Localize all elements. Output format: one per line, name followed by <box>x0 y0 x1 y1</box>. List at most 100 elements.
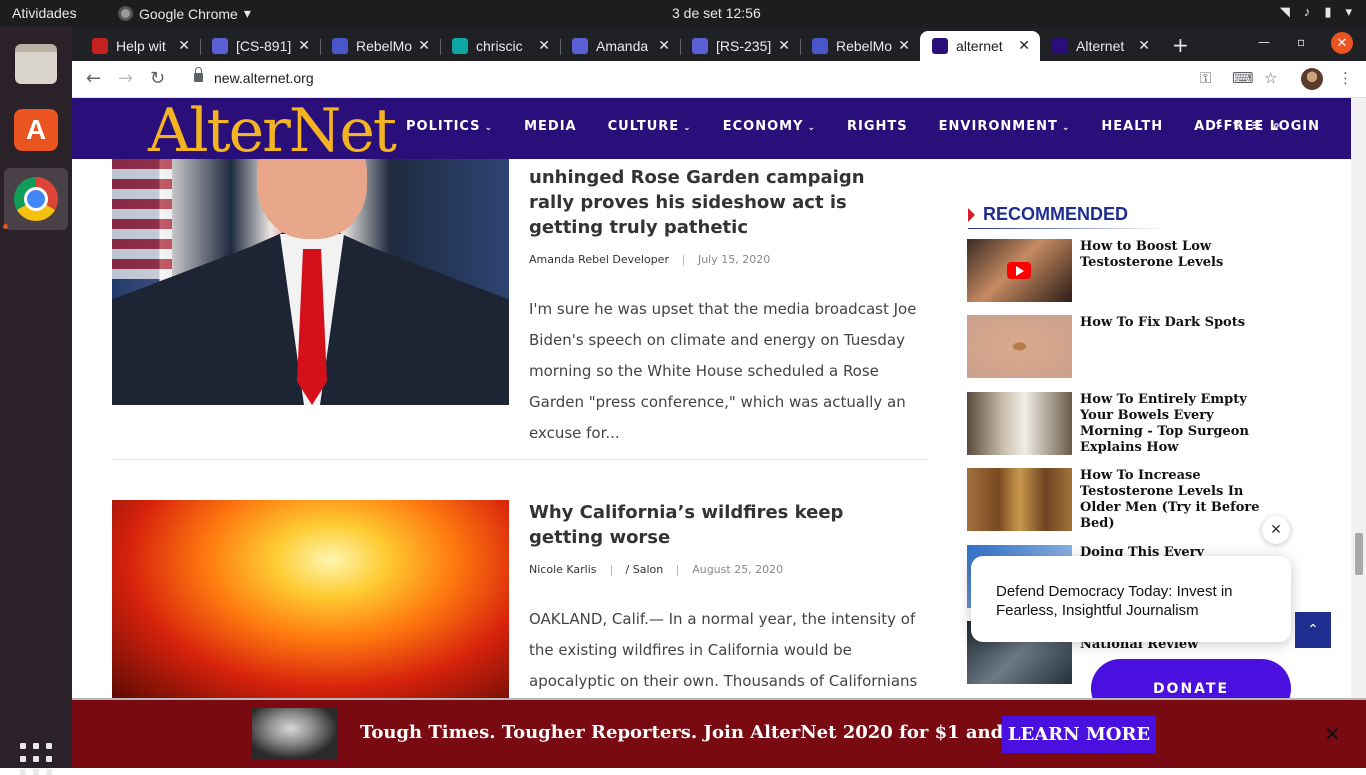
chevron-down-icon: ⌄ <box>484 123 494 133</box>
tab-close-icon[interactable]: ✕ <box>1018 37 1030 54</box>
dock-files[interactable] <box>4 33 68 95</box>
tab-favicon-icon <box>212 38 228 54</box>
tab-title: [CS-891] <box>236 38 292 54</box>
tab-close-icon[interactable]: ✕ <box>298 37 310 54</box>
tab-close-icon[interactable]: ✕ <box>778 37 790 54</box>
nav-item-health[interactable]: HEALTH <box>1101 119 1163 134</box>
nav-item-culture[interactable]: CULTURE ⌄ <box>608 119 692 134</box>
article-author[interactable]: Amanda Rebel Developer <box>529 253 669 266</box>
flag-graphic <box>112 159 172 279</box>
reload-button[interactable]: ↻ <box>150 68 165 89</box>
tab-strip: Help wit ✕ [CS-891] ✕ RebelMo ✕ chriscic ✕ Amand… <box>72 27 1366 61</box>
nav-item-environment[interactable]: ENVIRONMENT ⌄ <box>939 119 1071 134</box>
menu-dots-icon[interactable]: ⋮ <box>1338 69 1353 87</box>
chevron-down-icon: ⌄ <box>807 123 817 133</box>
tab-close-icon[interactable]: ✕ <box>538 37 550 54</box>
minimize-button[interactable]: — <box>1258 35 1270 49</box>
article-title[interactable]: Why California’s wildfires keep getting … <box>529 500 909 550</box>
nav-item-rights[interactable]: RIGHTS <box>847 119 908 134</box>
banner-portrait-image <box>252 708 338 759</box>
browser-tab[interactable]: [RS-235] ✕ <box>680 31 800 61</box>
article-source[interactable]: / Salon <box>626 563 664 576</box>
url-text[interactable]: new.alternet.org <box>214 70 314 86</box>
dock: A <box>0 27 72 775</box>
tab-close-icon[interactable]: ✕ <box>1138 37 1150 54</box>
address-bar[interactable]: new.alternet.org <box>180 65 1330 93</box>
article-excerpt: I'm sure he was upset that the media bro… <box>529 300 917 442</box>
twitter-icon[interactable]: t <box>1233 118 1239 133</box>
browser-tab[interactable]: Amanda ✕ <box>560 31 680 61</box>
recommended-title[interactable]: How to Boost Low Testosterone Levels <box>1080 239 1270 271</box>
recommended-thumbnail[interactable] <box>967 315 1072 378</box>
nav-label: ENVIRONMENT <box>938 119 1058 134</box>
lock-icon[interactable] <box>194 67 203 82</box>
back-to-top-button[interactable]: ⌃ <box>1295 612 1331 648</box>
page-scrollbar[interactable] <box>1351 98 1366 698</box>
tab-favicon-icon <box>92 38 108 54</box>
app-menu[interactable]: Google Chrome ▾ <box>118 5 251 22</box>
nav-item-media[interactable]: MEDIA <box>524 119 577 134</box>
site-logo[interactable]: AlterNet <box>148 96 397 166</box>
recommended-item[interactable]: How to Boost Low Testosterone Levels <box>967 239 1267 303</box>
activities-button[interactable]: Atividades <box>12 5 77 21</box>
maximize-button[interactable]: ▫ <box>1297 35 1305 49</box>
nav-label: HEALTH <box>1101 119 1164 134</box>
forward-button[interactable]: → <box>118 68 133 89</box>
search-icon[interactable]: ⌕ <box>1273 118 1280 133</box>
close-window-button[interactable]: ✕ <box>1331 32 1353 54</box>
article-title[interactable]: unhinged Rose Garden campaign rally prov… <box>529 165 909 240</box>
nav-label: POLITICS <box>406 119 481 134</box>
tab-favicon-icon <box>1052 38 1068 54</box>
nav-item-economy[interactable]: ECONOMY ⌄ <box>723 119 816 134</box>
popup-close-button[interactable]: ✕ <box>1262 516 1290 544</box>
article-author[interactable]: Nicole Karlis <box>529 563 597 576</box>
recommended-thumbnail[interactable] <box>967 239 1072 302</box>
tab-favicon-icon <box>932 38 948 54</box>
banner-close-button[interactable]: ✕ <box>1324 722 1341 746</box>
recommended-title[interactable]: How To Fix Dark Spots <box>1080 315 1270 331</box>
rss-icon[interactable]: ≋ <box>1251 118 1261 133</box>
browser-tab[interactable]: chriscic ✕ <box>440 31 560 61</box>
recommended-thumbnail[interactable] <box>967 392 1072 455</box>
system-tray[interactable]: ◥ ♪ ▮ ▾ <box>1280 4 1352 20</box>
profile-avatar[interactable] <box>1301 68 1323 90</box>
article-image-wildfire[interactable] <box>112 500 509 698</box>
tab-close-icon[interactable]: ✕ <box>418 37 430 54</box>
recommended-title[interactable]: How To Entirely Empty Your Bowels Every … <box>1080 392 1270 456</box>
tab-close-icon[interactable]: ✕ <box>658 37 670 54</box>
bookmark-star-icon[interactable]: ☆ <box>1264 69 1277 87</box>
recommended-thumbnail[interactable] <box>967 468 1072 531</box>
system-top-bar: Atividades Google Chrome ▾ 3 de set 12:5… <box>0 0 1366 27</box>
browser-tab[interactable]: RebelMo ✕ <box>800 31 920 61</box>
dock-software[interactable]: A <box>4 99 68 161</box>
recommended-item[interactable]: How To Increase Testosterone Levels In O… <box>967 468 1267 532</box>
browser-tab[interactable]: Alternet ✕ <box>1040 31 1160 61</box>
show-applications-icon[interactable] <box>20 743 52 775</box>
recommended-item[interactable]: How To Entirely Empty Your Bowels Every … <box>967 392 1267 456</box>
nav-item-politics[interactable]: POLITICS ⌄ <box>406 119 493 134</box>
browser-tab[interactable]: alternet ✕ <box>920 31 1040 61</box>
tab-title: RebelMo <box>836 38 893 54</box>
browser-tab[interactable]: Help wit ✕ <box>80 31 200 61</box>
facebook-icon[interactable]: f <box>1216 118 1221 133</box>
dock-chrome[interactable] <box>4 168 68 230</box>
browser-tab[interactable]: [CS-891] ✕ <box>200 31 320 61</box>
new-tab-button[interactable]: + <box>1172 33 1189 57</box>
chrome-icon <box>118 6 133 21</box>
nav-label: ECONOMY <box>722 119 804 134</box>
back-button[interactable]: ← <box>86 68 101 89</box>
tab-title: Alternet <box>1076 38 1125 54</box>
chevron-down-icon: ⌄ <box>1061 123 1071 133</box>
learn-more-button[interactable]: LEARN MORE <box>1002 716 1156 753</box>
clock[interactable]: 3 de set 12:56 <box>672 5 761 21</box>
article-image-trump[interactable] <box>112 159 509 405</box>
scrollbar-thumb[interactable] <box>1355 533 1363 575</box>
tab-close-icon[interactable]: ✕ <box>178 37 190 54</box>
recommended-title[interactable]: How To Increase Testosterone Levels In O… <box>1080 468 1270 532</box>
browser-tab[interactable]: RebelMo ✕ <box>320 31 440 61</box>
tab-close-icon[interactable]: ✕ <box>898 37 910 54</box>
translate-icon[interactable]: ⌨ <box>1232 69 1254 87</box>
tab-title: alternet <box>956 38 1003 54</box>
key-icon[interactable]: ⚿ <box>1200 69 1211 87</box>
recommended-item[interactable]: How To Fix Dark Spots <box>967 315 1267 379</box>
